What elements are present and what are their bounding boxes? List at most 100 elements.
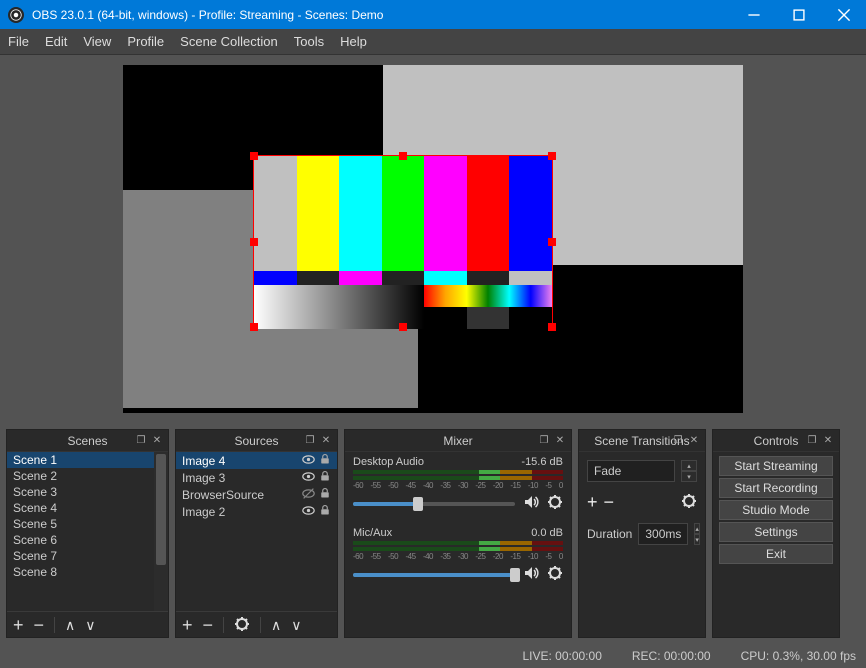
gear-icon[interactable] [547,565,563,584]
menu-view[interactable]: View [83,34,111,49]
source-item-label: BrowserSource [182,488,264,502]
slider-thumb[interactable] [413,497,423,511]
source-item[interactable]: Image 4 [176,452,337,469]
volume-slider[interactable] [353,502,515,506]
source-item-label: Image 3 [182,471,225,485]
resize-handle[interactable] [548,152,556,160]
transition-settings-button[interactable] [681,493,697,512]
scrollbar-thumb[interactable] [156,454,166,565]
minimize-button[interactable] [731,0,776,29]
duration-spinner[interactable]: ▴▾ [694,523,700,545]
resize-handle[interactable] [250,152,258,160]
eye-off-icon[interactable] [302,487,315,503]
eye-icon[interactable] [302,470,315,486]
duration-input[interactable]: 300ms [638,523,688,545]
menu-file[interactable]: File [8,34,29,49]
resize-handle[interactable] [250,323,258,331]
popout-icon[interactable]: ❐ [303,434,317,448]
resize-handle[interactable] [250,238,258,246]
exit-button[interactable]: Exit [719,544,833,564]
remove-transition-button[interactable]: − [604,492,615,513]
statusbar: LIVE: 00:00:00 REC: 00:00:00 CPU: 0.3%, … [0,644,866,668]
speaker-icon[interactable] [523,565,539,584]
lock-icon[interactable] [319,453,331,469]
mixer-header: Mixer ❐ ✕ [345,430,571,452]
popout-icon[interactable]: ❐ [671,434,685,448]
scene-item[interactable]: Scene 2 [7,468,168,484]
resize-handle[interactable] [399,323,407,331]
source-item[interactable]: Image 2 [176,503,337,520]
add-scene-button[interactable]: + [13,616,24,634]
bottom-panels: Scenes ❐ ✕ Scene 1Scene 2Scene 3Scene 4S… [0,423,866,644]
source-item[interactable]: BrowserSource [176,486,337,503]
scene-item[interactable]: Scene 1 [7,452,168,468]
source-properties-button[interactable] [234,616,250,634]
scene-item[interactable]: Scene 8 [7,564,168,580]
audio-meter [353,470,563,474]
preview-canvas[interactable] [123,65,743,413]
source-item[interactable]: Image 3 [176,469,337,486]
close-panel-icon[interactable]: ✕ [319,434,333,448]
eye-icon[interactable] [302,453,315,469]
remove-scene-button[interactable]: − [34,616,45,634]
scrollbar[interactable] [154,452,168,611]
speaker-icon[interactable] [523,494,539,513]
transition-type-dropdown[interactable]: Fade [587,460,675,482]
menu-scene-collection[interactable]: Scene Collection [180,34,278,49]
close-panel-icon[interactable]: ✕ [553,434,567,448]
mixer-channel: Desktop Audio-15.6 dB-60-55-50-45-40-35-… [353,456,563,513]
menu-profile[interactable]: Profile [127,34,164,49]
move-down-button[interactable]: ∨ [291,618,301,632]
remove-source-button[interactable]: − [203,616,214,634]
controls-body: Start Streaming Start Recording Studio M… [713,452,839,568]
studio-mode-button[interactable]: Studio Mode [719,500,833,520]
start-streaming-button[interactable]: Start Streaming [719,456,833,476]
close-panel-icon[interactable]: ✕ [821,434,835,448]
resize-handle[interactable] [548,238,556,246]
menu-tools[interactable]: Tools [294,34,324,49]
lock-icon[interactable] [319,487,331,503]
move-up-button[interactable]: ∧ [65,618,75,632]
start-recording-button[interactable]: Start Recording [719,478,833,498]
scene-item[interactable]: Scene 6 [7,532,168,548]
lock-icon[interactable] [319,470,331,486]
close-panel-icon[interactable]: ✕ [150,434,164,448]
scenes-title: Scenes [67,434,107,448]
resize-handle[interactable] [399,152,407,160]
close-panel-icon[interactable]: ✕ [687,434,701,448]
slider-thumb[interactable] [510,568,520,582]
sources-title: Sources [234,434,278,448]
scenes-panel: Scenes ❐ ✕ Scene 1Scene 2Scene 3Scene 4S… [6,429,169,638]
lock-icon[interactable] [319,504,331,520]
maximize-button[interactable] [776,0,821,29]
add-transition-button[interactable]: + [587,492,598,513]
mixer-title: Mixer [443,434,472,448]
popout-icon[interactable]: ❐ [805,434,819,448]
add-source-button[interactable]: + [182,616,193,634]
menu-help[interactable]: Help [340,34,367,49]
status-rec: REC: 00:00:00 [632,649,711,663]
transition-spinner[interactable]: ▴▾ [681,460,697,482]
selected-source-overlay[interactable] [253,155,553,328]
close-button[interactable] [821,0,866,29]
eye-icon[interactable] [302,504,315,520]
scene-item[interactable]: Scene 3 [7,484,168,500]
move-down-button[interactable]: ∨ [85,618,95,632]
scene-list[interactable]: Scene 1Scene 2Scene 3Scene 4Scene 5Scene… [7,452,168,611]
source-list[interactable]: Image 4 Image 3 BrowserSourceImage 2 [176,452,337,611]
volume-slider[interactable] [353,573,515,577]
scene-item[interactable]: Scene 5 [7,516,168,532]
controls-panel: Controls ❐ ✕ Start Streaming Start Recor… [712,429,840,638]
menu-edit[interactable]: Edit [45,34,67,49]
move-up-button[interactable]: ∧ [271,618,281,632]
popout-icon[interactable]: ❐ [134,434,148,448]
window-buttons [731,0,866,29]
channel-name: Mic/Aux [353,527,392,539]
resize-handle[interactable] [548,323,556,331]
gear-icon[interactable] [547,494,563,513]
channel-level: 0.0 dB [531,527,563,539]
settings-button[interactable]: Settings [719,522,833,542]
scene-item[interactable]: Scene 4 [7,500,168,516]
scene-item[interactable]: Scene 7 [7,548,168,564]
popout-icon[interactable]: ❐ [537,434,551,448]
